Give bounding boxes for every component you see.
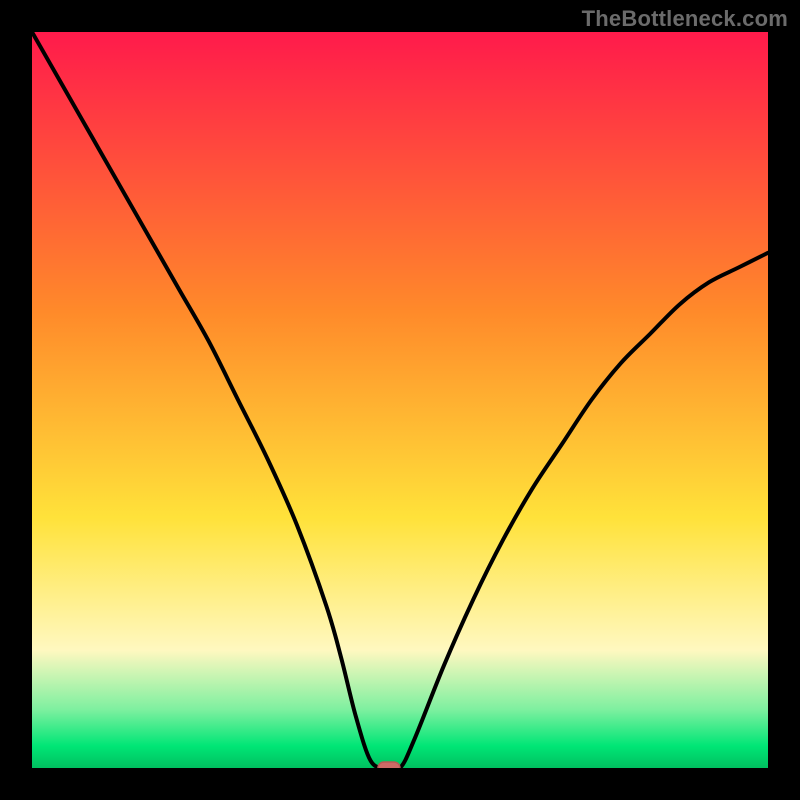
minimum-marker (378, 762, 400, 768)
gradient-background (32, 32, 768, 768)
chart-frame: TheBottleneck.com (0, 0, 800, 800)
chart-svg (32, 32, 768, 768)
watermark-text: TheBottleneck.com (582, 6, 788, 32)
plot-area (32, 32, 768, 768)
